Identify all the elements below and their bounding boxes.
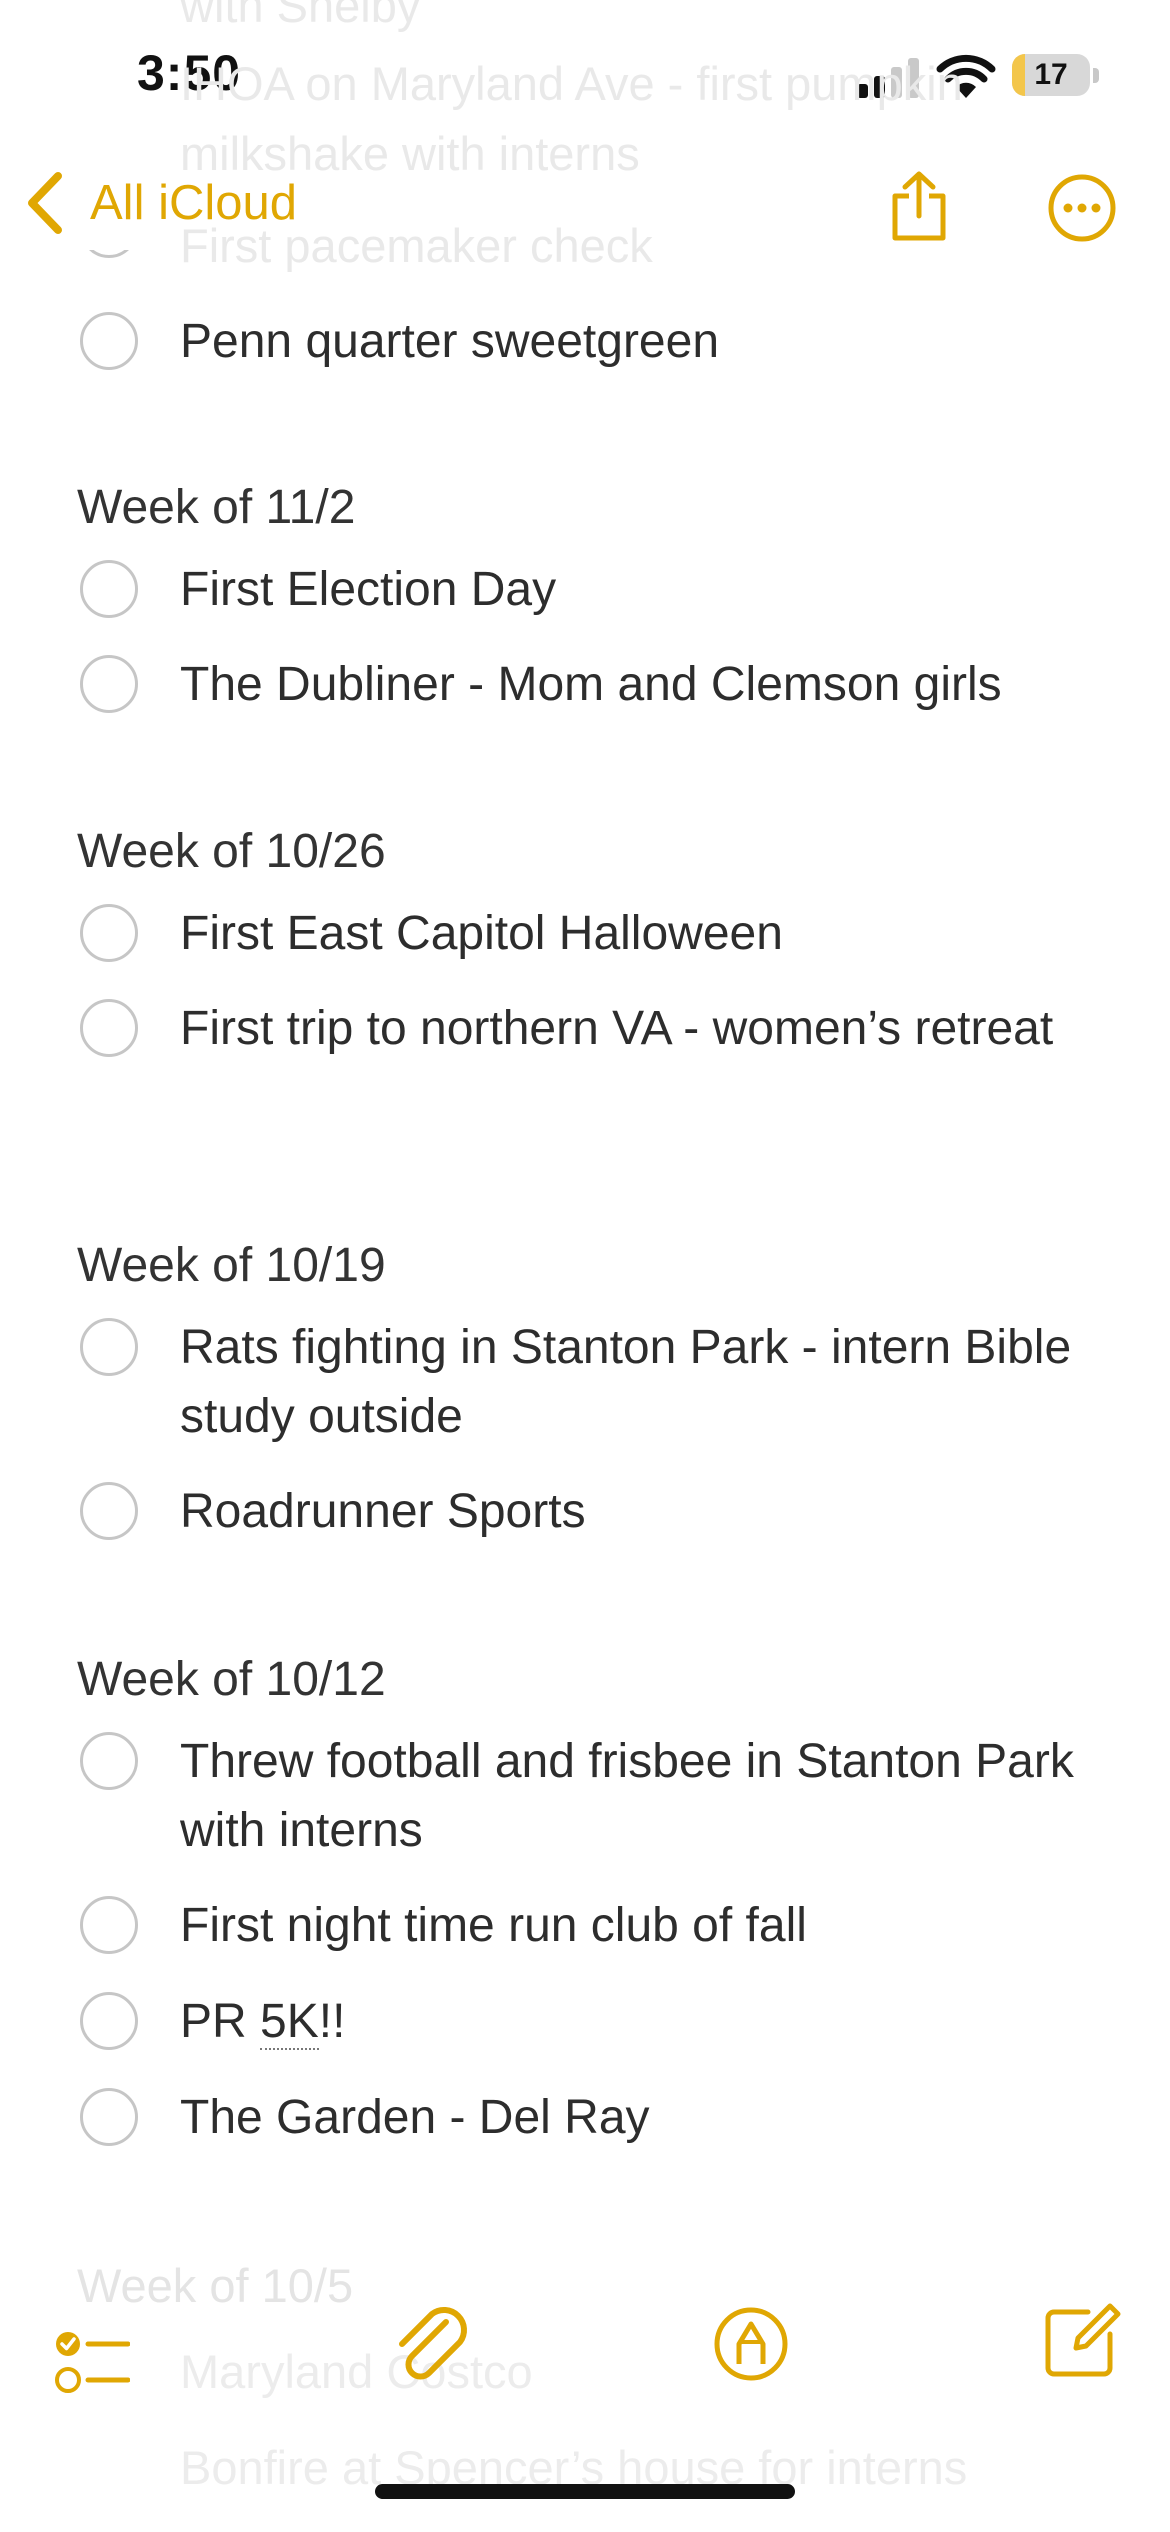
scrolled-text: IHOA on Maryland Ave - first pumpkin (180, 57, 963, 110)
scrolled-week-heading: Week of 10/5 (77, 2259, 354, 2312)
checkbox[interactable] (80, 655, 138, 713)
checklist-icon[interactable] (54, 2330, 130, 2396)
battery-indicator: 17 (1012, 54, 1100, 100)
item-text[interactable]: First East Capitol Halloween (180, 899, 1130, 968)
item-text[interactable]: The Garden - Del Ray (180, 2083, 1130, 2152)
week-heading[interactable]: Week of 10/26 (77, 824, 386, 879)
week-heading[interactable]: Week of 10/19 (77, 1238, 386, 1293)
scrolled-text: Maryland Costco (180, 2345, 533, 2398)
checkbox[interactable] (80, 1482, 138, 1540)
markup-icon[interactable] (711, 2304, 791, 2384)
paperclip-icon[interactable] (390, 2300, 470, 2390)
item-text[interactable]: First night time run club of fall (180, 1891, 1130, 1960)
checkbox[interactable] (80, 312, 138, 370)
checkbox[interactable] (80, 999, 138, 1057)
checkbox[interactable] (80, 1992, 138, 2050)
back-button[interactable]: All iCloud (24, 170, 297, 236)
chevron-left-icon (28, 172, 62, 234)
week-heading[interactable]: Week of 10/12 (77, 1652, 386, 1707)
share-icon[interactable] (887, 170, 951, 242)
back-label: All iCloud (90, 176, 297, 230)
list-item (77, 250, 1117, 280)
checkbox[interactable] (80, 250, 138, 258)
item-text[interactable]: The Dubliner - Mom and Clemson girls (180, 650, 1130, 719)
checkbox[interactable] (80, 560, 138, 618)
item-text[interactable]: Roadrunner Sports (180, 1477, 1130, 1546)
item-text[interactable]: Threw football and frisbee in Stanton Pa… (180, 1727, 1130, 1865)
item-text[interactable]: First trip to northern VA - women’s retr… (180, 994, 1130, 1063)
checkbox[interactable] (80, 904, 138, 962)
detected-data-link[interactable]: 5K (260, 1995, 319, 2050)
compose-icon[interactable] (1040, 2300, 1122, 2382)
item-text[interactable]: First Election Day (180, 555, 1130, 624)
item-text[interactable]: Rats fighting in Stanton Park - intern B… (180, 1313, 1130, 1451)
checkbox[interactable] (80, 2088, 138, 2146)
item-text[interactable]: Penn quarter sweetgreen (180, 307, 1130, 376)
item-text[interactable]: PR 5K!! (180, 1987, 1130, 2056)
week-heading[interactable]: Week of 11/2 (77, 480, 355, 535)
checkbox[interactable] (80, 1318, 138, 1376)
more-icon[interactable] (1048, 174, 1116, 242)
checkbox[interactable] (80, 1896, 138, 1954)
scrolled-text: with Shelby (180, 0, 421, 32)
home-indicator[interactable] (375, 2484, 795, 2499)
battery-level: 17 (1034, 58, 1068, 91)
checkbox[interactable] (80, 1732, 138, 1790)
